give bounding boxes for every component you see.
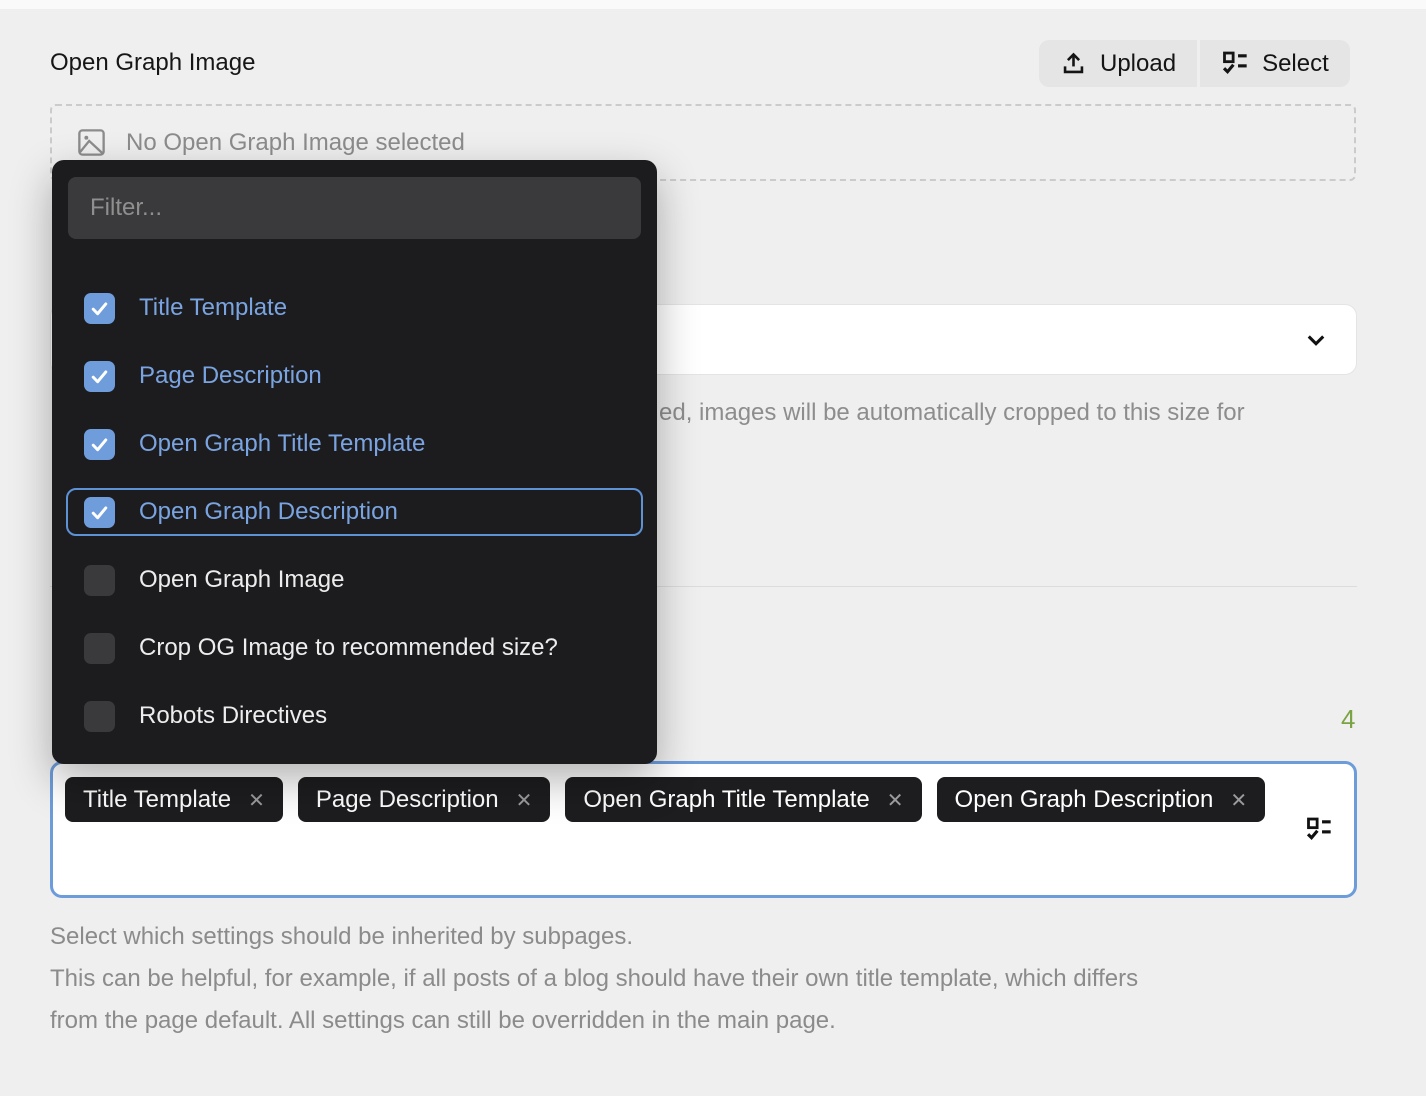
popover-option-label: Open Graph Description <box>139 498 398 526</box>
checkbox-checked[interactable] <box>84 497 115 528</box>
checklist-toggle-icon[interactable] <box>1305 816 1333 844</box>
field-title: Open Graph Image <box>50 49 255 77</box>
tag-label: Title Template <box>83 786 231 814</box>
checklist-icon <box>1221 50 1249 78</box>
checkbox-unchecked[interactable] <box>84 565 115 596</box>
select-button-label: Select <box>1262 50 1329 78</box>
asset-placeholder-text: No Open Graph Image selected <box>126 129 465 157</box>
popover-option-page-description[interactable]: Page Description <box>66 352 643 400</box>
tag-remove-button[interactable]: ✕ <box>1230 791 1247 811</box>
popover-option-label: Robots Directives <box>139 702 327 730</box>
inherited-settings-tags-field[interactable]: Title Template✕Page Description✕Open Gra… <box>50 761 1357 898</box>
popover-option-label: Title Template <box>139 294 287 322</box>
upload-button-label: Upload <box>1100 50 1176 78</box>
checkbox-checked[interactable] <box>84 361 115 392</box>
checkbox-checked[interactable] <box>84 429 115 460</box>
popover-option-robots-directives[interactable]: Robots Directives <box>66 692 643 740</box>
instructions-line: from the page default. All settings can … <box>50 1000 1138 1042</box>
checkbox-unchecked[interactable] <box>84 633 115 664</box>
upload-button[interactable]: Upload <box>1039 40 1197 87</box>
selected-count: 4 <box>1341 704 1355 735</box>
instructions-line: This can be helpful, for example, if all… <box>50 958 1138 1000</box>
checkbox-checked[interactable] <box>84 293 115 324</box>
popover-option-label: Page Description <box>139 362 322 390</box>
image-icon <box>76 127 107 158</box>
asset-toolbar: Upload Select <box>1039 40 1350 87</box>
top-edge-strip <box>0 0 1426 9</box>
cropped-help-text: ed, images will be automatically cropped… <box>659 399 1245 427</box>
checkbox-unchecked[interactable] <box>84 701 115 732</box>
chevron-down-icon <box>1302 326 1330 354</box>
settings-page: Open Graph Image Upload Sele <box>0 0 1426 1096</box>
popover-option-open-graph-description[interactable]: Open Graph Description <box>66 488 643 536</box>
tag-remove-button[interactable]: ✕ <box>516 791 533 811</box>
popover-option-label: Open Graph Image <box>139 566 344 594</box>
popover-option-label: Crop OG Image to recommended size? <box>139 634 558 662</box>
tag-remove-button[interactable]: ✕ <box>248 791 265 811</box>
select-button[interactable]: Select <box>1200 40 1350 87</box>
upload-icon <box>1060 50 1087 77</box>
popover-option-label: Open Graph Title Template <box>139 430 425 458</box>
tag-title-template[interactable]: Title Template ✕ <box>65 777 283 822</box>
inherit-options-popover: Title Template Page Description Open Graph… <box>52 160 657 764</box>
popover-option-list: Title Template Page Description Open Graph… <box>52 284 657 740</box>
popover-option-crop-og-image-to-recommended-size[interactable]: Crop OG Image to recommended size? <box>66 624 643 672</box>
field-instructions: Select which settings should be inherite… <box>50 916 1138 1042</box>
tag-open-graph-description[interactable]: Open Graph Description ✕ <box>937 777 1266 822</box>
tag-label: Page Description <box>316 786 499 814</box>
popover-option-open-graph-title-template[interactable]: Open Graph Title Template <box>66 420 643 468</box>
popover-option-title-template[interactable]: Title Template <box>66 284 643 332</box>
tag-label: Open Graph Title Template <box>583 786 869 814</box>
popover-option-open-graph-image[interactable]: Open Graph Image <box>66 556 643 604</box>
tag-page-description[interactable]: Page Description ✕ <box>298 777 551 822</box>
tag-remove-button[interactable]: ✕ <box>887 791 904 811</box>
filter-field <box>68 177 641 239</box>
instructions-line: Select which settings should be inherite… <box>50 916 1138 958</box>
tag-open-graph-title-template[interactable]: Open Graph Title Template ✕ <box>565 777 921 822</box>
filter-input[interactable] <box>68 177 641 239</box>
tag-label: Open Graph Description <box>955 786 1214 814</box>
